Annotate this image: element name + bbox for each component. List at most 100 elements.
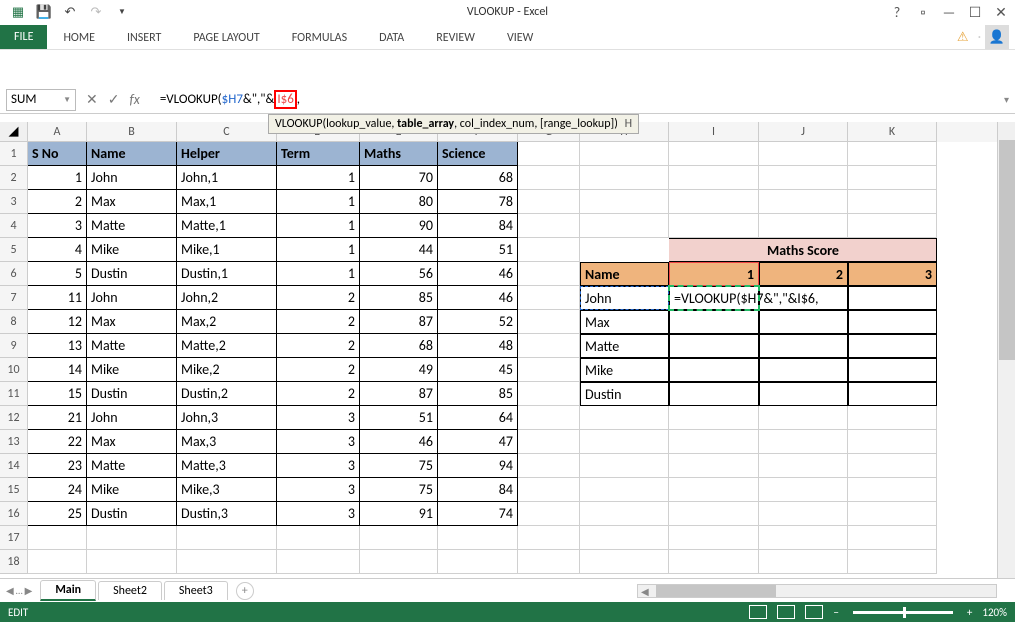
nav-next-icon[interactable]: ▶ xyxy=(25,584,33,597)
row-header-8[interactable]: 8 xyxy=(0,310,28,334)
row-header-16[interactable]: 16 xyxy=(0,502,28,526)
cell-C10[interactable]: Mike,2 xyxy=(177,358,277,382)
cell-E8[interactable]: 87 xyxy=(360,310,438,334)
cell-G1[interactable] xyxy=(518,142,580,166)
cell-C7[interactable]: John,2 xyxy=(177,286,277,310)
cell-G5[interactable] xyxy=(518,238,580,262)
cell-B1[interactable]: Name xyxy=(87,142,177,166)
row-header-14[interactable]: 14 xyxy=(0,454,28,478)
cell-K4[interactable] xyxy=(848,214,937,238)
cell-G14[interactable] xyxy=(518,454,580,478)
cell-E6[interactable]: 56 xyxy=(360,262,438,286)
cell-E3[interactable]: 80 xyxy=(360,190,438,214)
cell-A1[interactable]: S No xyxy=(28,142,87,166)
cell-J13[interactable] xyxy=(759,430,848,454)
user-icon[interactable]: 👤 xyxy=(985,25,1009,49)
minimize-icon[interactable]: — xyxy=(939,2,959,22)
name-box-dropdown-icon[interactable]: ▼ xyxy=(63,95,71,105)
cell-K9[interactable] xyxy=(848,334,937,358)
cell-G13[interactable] xyxy=(518,430,580,454)
row-header-18[interactable]: 18 xyxy=(0,550,28,574)
cell-E9[interactable]: 68 xyxy=(360,334,438,358)
cell-C5[interactable]: Mike,1 xyxy=(177,238,277,262)
cell-H14[interactable] xyxy=(580,454,669,478)
cell-B17[interactable] xyxy=(87,526,177,550)
cell-D16[interactable]: 3 xyxy=(277,502,360,526)
row-header-2[interactable]: 2 xyxy=(0,166,28,190)
row-header-1[interactable]: 1 xyxy=(0,142,28,166)
row-header-10[interactable]: 10 xyxy=(0,358,28,382)
row-header-15[interactable]: 15 xyxy=(0,478,28,502)
cell-D12[interactable]: 3 xyxy=(277,406,360,430)
cell-A13[interactable]: 22 xyxy=(28,430,87,454)
cell-J8[interactable] xyxy=(759,310,848,334)
cell-K15[interactable] xyxy=(848,478,937,502)
cell-I8[interactable] xyxy=(669,310,759,334)
tab-data[interactable]: DATA xyxy=(363,27,420,49)
row-header-3[interactable]: 3 xyxy=(0,190,28,214)
cell-J17[interactable] xyxy=(759,526,848,550)
cell-A12[interactable]: 21 xyxy=(28,406,87,430)
row-header-12[interactable]: 12 xyxy=(0,406,28,430)
cell-B14[interactable]: Matte xyxy=(87,454,177,478)
cell-I1[interactable] xyxy=(669,142,759,166)
tab-insert[interactable]: INSERT xyxy=(111,27,177,49)
cell-E10[interactable]: 49 xyxy=(360,358,438,382)
cell-C9[interactable]: Matte,2 xyxy=(177,334,277,358)
cell-F11[interactable]: 85 xyxy=(438,382,518,406)
cell-I16[interactable] xyxy=(669,502,759,526)
cell-F15[interactable]: 84 xyxy=(438,478,518,502)
cell-K10[interactable] xyxy=(848,358,937,382)
hscroll-left-icon[interactable]: ◀ xyxy=(638,585,652,598)
maximize-icon[interactable]: ☐ xyxy=(965,2,985,22)
cell-C1[interactable]: Helper xyxy=(177,142,277,166)
cell-A2[interactable]: 1 xyxy=(28,166,87,190)
cell-H9[interactable]: Matte xyxy=(580,334,669,358)
cell-H8[interactable]: Max xyxy=(580,310,669,334)
cell-J12[interactable] xyxy=(759,406,848,430)
cell-C17[interactable] xyxy=(177,526,277,550)
cell-A9[interactable]: 13 xyxy=(28,334,87,358)
cell-D17[interactable] xyxy=(277,526,360,550)
cell-K14[interactable] xyxy=(848,454,937,478)
cell-J1[interactable] xyxy=(759,142,848,166)
cell-I5[interactable]: Maths Score xyxy=(669,238,759,262)
cell-D5[interactable]: 1 xyxy=(277,238,360,262)
cell-A4[interactable]: 3 xyxy=(28,214,87,238)
cell-B9[interactable]: Matte xyxy=(87,334,177,358)
cell-A7[interactable]: 11 xyxy=(28,286,87,310)
cell-D4[interactable]: 1 xyxy=(277,214,360,238)
cell-D14[interactable]: 3 xyxy=(277,454,360,478)
cell-J11[interactable] xyxy=(759,382,848,406)
cell-K18[interactable] xyxy=(848,550,937,574)
cell-E1[interactable]: Maths xyxy=(360,142,438,166)
cell-J10[interactable] xyxy=(759,358,848,382)
cell-E14[interactable]: 75 xyxy=(360,454,438,478)
cell-B6[interactable]: Dustin xyxy=(87,262,177,286)
cell-E13[interactable]: 46 xyxy=(360,430,438,454)
cell-J2[interactable] xyxy=(759,166,848,190)
cell-I2[interactable] xyxy=(669,166,759,190)
cell-E15[interactable]: 75 xyxy=(360,478,438,502)
cell-F18[interactable] xyxy=(438,550,518,574)
cell-F9[interactable]: 48 xyxy=(438,334,518,358)
cell-K6[interactable]: 3 xyxy=(848,262,937,286)
cell-D9[interactable]: 2 xyxy=(277,334,360,358)
cell-D7[interactable]: 2 xyxy=(277,286,360,310)
cell-H2[interactable] xyxy=(580,166,669,190)
zoom-in-icon[interactable]: + xyxy=(967,606,972,619)
cell-I10[interactable] xyxy=(669,358,759,382)
cell-G15[interactable] xyxy=(518,478,580,502)
sheet-tab-main[interactable]: Main xyxy=(40,580,96,601)
cell-F12[interactable]: 64 xyxy=(438,406,518,430)
cell-F6[interactable]: 46 xyxy=(438,262,518,286)
cell-E5[interactable]: 44 xyxy=(360,238,438,262)
cell-J9[interactable] xyxy=(759,334,848,358)
cell-C3[interactable]: Max,1 xyxy=(177,190,277,214)
cell-K11[interactable] xyxy=(848,382,937,406)
view-normal-icon[interactable] xyxy=(749,605,767,619)
col-header-I[interactable]: I xyxy=(669,122,759,142)
tab-review[interactable]: REVIEW xyxy=(420,27,491,49)
add-sheet-button[interactable]: + xyxy=(236,582,254,600)
cell-B11[interactable]: Dustin xyxy=(87,382,177,406)
